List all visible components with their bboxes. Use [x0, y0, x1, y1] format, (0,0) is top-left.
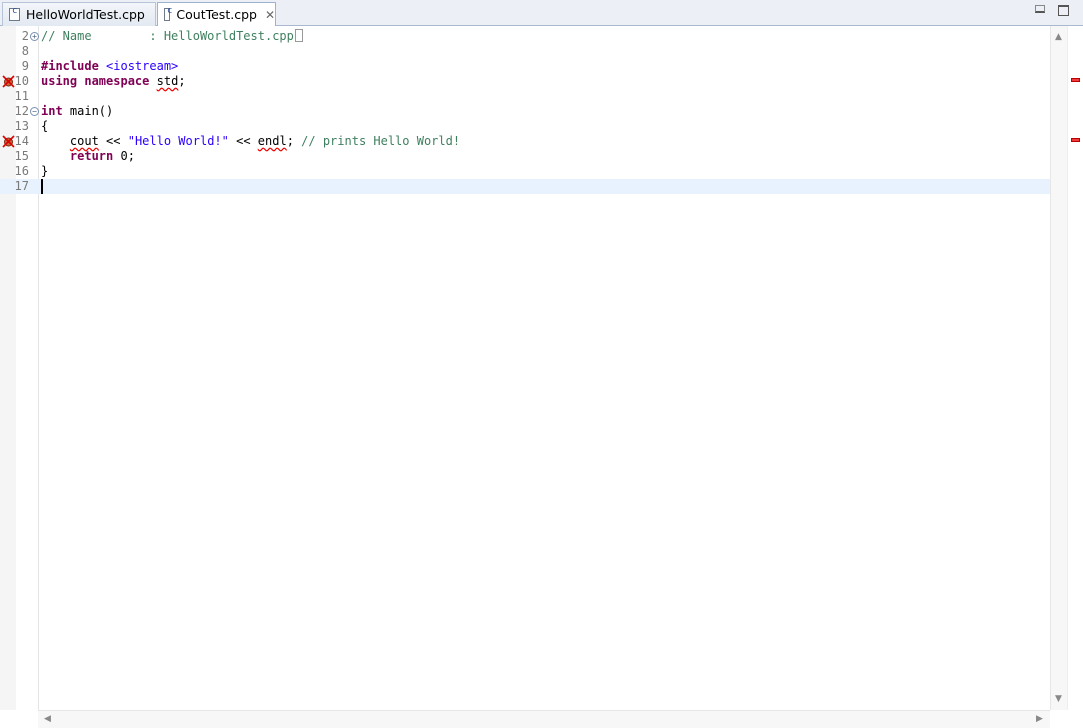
- code-token: {: [41, 119, 49, 133]
- code-text: // Name : HelloWorldTest.cpp: [41, 29, 303, 44]
- code-token: // prints Hello World!: [301, 134, 461, 148]
- close-icon[interactable]: ✕: [265, 8, 275, 22]
- line-number: 11: [14, 89, 29, 103]
- editor-tab-bar: HelloWorldTest.cpp CoutTest.cpp ✕: [0, 0, 1083, 27]
- maximize-icon[interactable]: [1058, 5, 1069, 16]
- line-number: 15: [14, 149, 29, 163]
- expand-fold-icon[interactable]: +: [30, 32, 39, 41]
- bug-error-icon[interactable]: [2, 75, 15, 88]
- code-text: {: [41, 119, 48, 134]
- tab-couttest[interactable]: CoutTest.cpp ✕: [157, 2, 276, 27]
- code-token: main(): [62, 104, 114, 118]
- vertical-scrollbar[interactable]: ▲ ▼: [1050, 26, 1068, 710]
- code-text: #include <iostream>: [41, 59, 178, 74]
- code-token: "Hello World!": [127, 134, 229, 148]
- code-token: using: [41, 74, 78, 88]
- line-number: 12: [14, 104, 29, 118]
- code-text: using namespace std;: [41, 74, 186, 89]
- error-overview-marker[interactable]: [1071, 138, 1080, 142]
- bug-error-icon[interactable]: [2, 135, 15, 148]
- code-token: <<: [98, 134, 128, 148]
- overview-ruler: [1067, 26, 1083, 710]
- collapse-fold-icon[interactable]: −: [30, 107, 39, 116]
- line-number: 13: [14, 119, 29, 133]
- code-line[interactable]: 16}: [0, 164, 1050, 179]
- code-line[interactable]: 8: [0, 44, 1050, 59]
- code-token: // Name : HelloWorldTest.cpp: [41, 29, 294, 43]
- folded-region-icon[interactable]: [294, 29, 303, 42]
- code-token: endl: [257, 134, 287, 148]
- line-number: 2: [21, 29, 29, 43]
- code-token: <<: [228, 134, 258, 148]
- error-overview-marker[interactable]: [1071, 78, 1080, 82]
- cpp-file-icon: [164, 6, 173, 21]
- code-line[interactable]: 12− int main(): [0, 104, 1050, 119]
- code-token: ;: [286, 134, 302, 148]
- code-line[interactable]: 11: [0, 89, 1050, 104]
- code-text: int main(): [41, 104, 113, 119]
- code-token: 0;: [113, 149, 135, 163]
- code-line[interactable]: 14 cout << "Hello World!" << endl; // pr…: [0, 134, 1050, 149]
- text-cursor: [41, 179, 43, 194]
- scroll-down-icon[interactable]: ▼: [1055, 694, 1062, 704]
- code-token: <iostream>: [106, 59, 179, 73]
- code-line[interactable]: 17: [0, 179, 1050, 194]
- code-token: int: [41, 104, 63, 118]
- code-line[interactable]: 15 return 0;: [0, 149, 1050, 164]
- code-line[interactable]: 9 #include <iostream>: [0, 59, 1050, 74]
- tab-helloworldtest[interactable]: HelloWorldTest.cpp: [2, 2, 156, 26]
- line-number: 8: [21, 44, 29, 58]
- scroll-right-icon[interactable]: ▶: [1036, 714, 1043, 724]
- code-text: }: [41, 164, 48, 179]
- scroll-up-icon[interactable]: ▲: [1055, 32, 1062, 42]
- line-number: 17: [14, 179, 29, 193]
- code-line[interactable]: 2 +// Name : HelloWorldTest.cpp: [0, 29, 1050, 44]
- code-token: std: [156, 74, 179, 88]
- code-line[interactable]: 13 {: [0, 119, 1050, 134]
- code-token: return: [69, 149, 114, 163]
- minimize-icon[interactable]: [1035, 5, 1045, 13]
- code-token: ;: [178, 74, 186, 88]
- code-token: #include: [41, 59, 99, 73]
- code-text: cout << "Hello World!" << endl; // print…: [41, 134, 460, 149]
- tab-label: HelloWorldTest.cpp: [26, 7, 145, 22]
- code-token: }: [41, 164, 49, 178]
- code-token: namespace: [84, 74, 150, 88]
- line-number: 9: [21, 59, 29, 73]
- tab-label: CoutTest.cpp: [176, 7, 257, 22]
- horizontal-scrollbar[interactable]: ◀ ▶: [38, 710, 1050, 728]
- cpp-file-icon: [9, 6, 20, 21]
- line-number: 16: [14, 164, 29, 178]
- scroll-left-icon[interactable]: ◀: [44, 714, 51, 724]
- code-token: cout: [69, 134, 99, 148]
- code-line[interactable]: 10 using namespace std;: [0, 74, 1050, 89]
- code-text: return 0;: [41, 149, 135, 164]
- code-editor[interactable]: 2 +// Name : HelloWorldTest.cpp 8 9 #include…: [0, 26, 1083, 728]
